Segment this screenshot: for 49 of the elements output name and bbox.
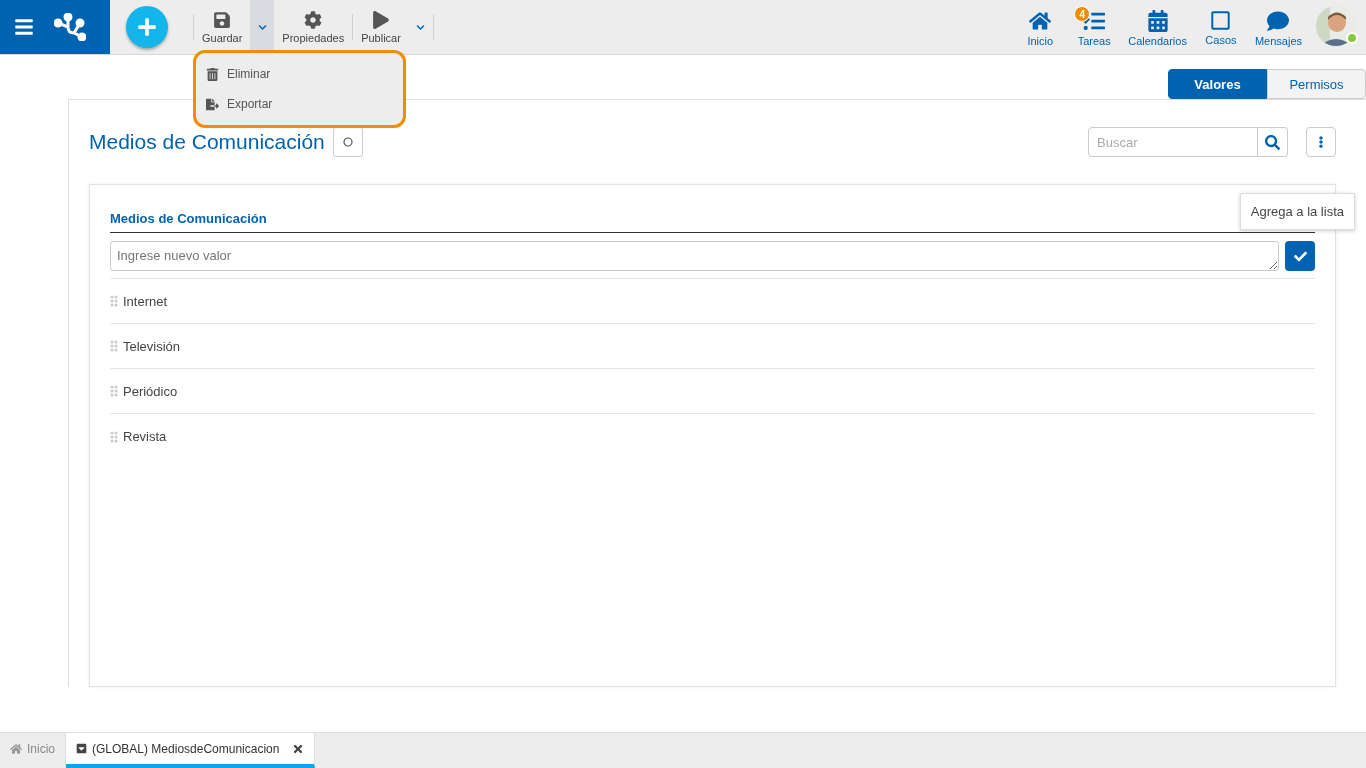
input-field[interactable]: Ingrese nuevo valor bbox=[110, 241, 1279, 271]
drag-handle-icon[interactable] bbox=[110, 295, 118, 307]
status-button[interactable] bbox=[332, 127, 363, 157]
menu-item[interactable]: Eliminar bbox=[196, 59, 403, 89]
trash-icon bbox=[206, 67, 219, 81]
toolbar-button[interactable]: Guardar bbox=[194, 0, 251, 54]
nav-button[interactable]: Calendarios bbox=[1122, 0, 1193, 54]
view-tab[interactable]: Permisos bbox=[1267, 69, 1366, 99]
nav-button[interactable]: Tareas 4 bbox=[1068, 0, 1121, 54]
search-field[interactable]: Buscar bbox=[1088, 127, 1258, 157]
caret-icon bbox=[416, 22, 426, 32]
add-button[interactable] bbox=[126, 6, 168, 48]
search-button[interactable] bbox=[1258, 127, 1288, 157]
view-tab[interactable]: Valores bbox=[1168, 69, 1267, 99]
check-icon bbox=[1293, 249, 1307, 263]
calendar-icon bbox=[1146, 9, 1169, 32]
nav-button[interactable]: Casos bbox=[1194, 0, 1247, 54]
export-icon bbox=[206, 97, 219, 111]
play-icon bbox=[372, 10, 390, 29]
nav-button[interactable]: Inicio bbox=[1014, 0, 1067, 54]
add-to-list-button[interactable] bbox=[1285, 241, 1315, 271]
plus-icon bbox=[137, 17, 157, 37]
speech-bubble-icon bbox=[1267, 9, 1290, 32]
gear-icon bbox=[304, 10, 323, 29]
tooltip: Agrega a la lista bbox=[1239, 193, 1355, 230]
toolbar-button[interactable]: Propiedades bbox=[274, 0, 353, 54]
list-item: Revista bbox=[123, 429, 167, 444]
search-icon bbox=[1265, 134, 1280, 150]
page-title: Medios de Comunicación bbox=[89, 130, 325, 154]
count-badge: 4 bbox=[1074, 6, 1091, 22]
menu-icon[interactable] bbox=[14, 17, 34, 37]
caret-icon bbox=[257, 22, 267, 32]
form-icon bbox=[76, 743, 87, 754]
close-icon[interactable] bbox=[292, 742, 305, 755]
circle-icon bbox=[342, 137, 353, 147]
more-button[interactable] bbox=[1306, 127, 1336, 157]
toolbar-button[interactable]: Publicar bbox=[353, 0, 409, 54]
list-item: Periódico bbox=[123, 383, 178, 399]
list-item: Televisión bbox=[123, 338, 181, 354]
drag-handle-icon[interactable] bbox=[110, 340, 118, 352]
menu-item[interactable]: Exportar bbox=[196, 89, 403, 119]
drag-handle-icon[interactable] bbox=[110, 430, 118, 443]
home-icon bbox=[1029, 9, 1052, 32]
list-item: Internet bbox=[123, 293, 168, 309]
logo-icon[interactable] bbox=[54, 13, 86, 41]
nav-button[interactable]: Mensajes bbox=[1248, 0, 1308, 54]
window-tab[interactable]: (GLOBAL) MediosdeComunicacion bbox=[66, 733, 316, 768]
drag-handle-icon[interactable] bbox=[110, 385, 118, 397]
home-icon bbox=[10, 742, 22, 755]
